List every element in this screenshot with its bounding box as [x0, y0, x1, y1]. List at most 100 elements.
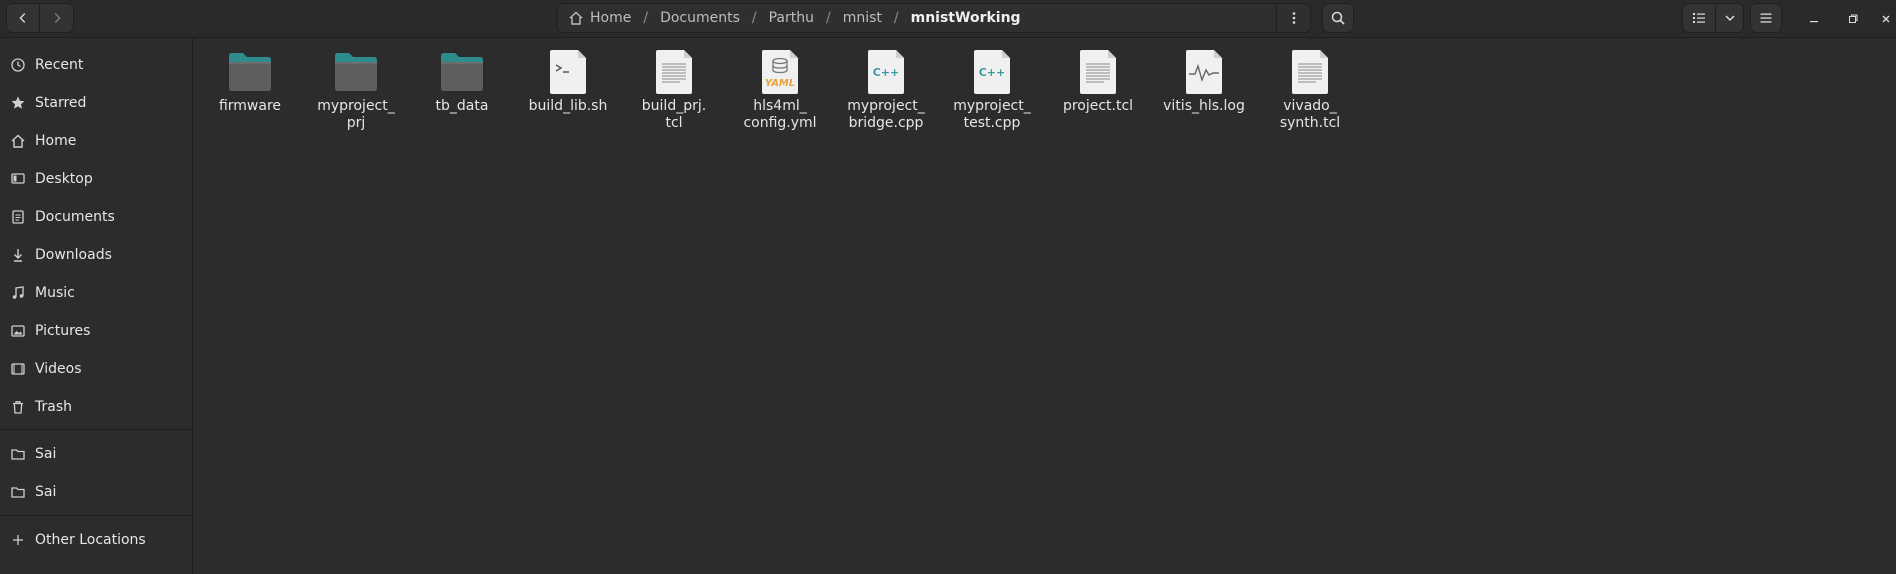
sidebar-item-label: Desktop	[35, 171, 93, 187]
chevron-right-icon	[54, 13, 61, 23]
breadcrumb-label: Parthu	[768, 10, 814, 26]
forward-button[interactable]	[40, 3, 74, 33]
sidebar: Recent Starred Home Desktop Documents Do…	[0, 38, 193, 574]
folder-icon	[9, 445, 27, 463]
cpp-file-icon: C++	[974, 50, 1010, 94]
breadcrumb-label: mnist	[842, 10, 882, 26]
file-name: myproject_ test.cpp	[953, 98, 1031, 131]
file-item-tb-data[interactable]: tb_data	[412, 48, 512, 115]
folder-icon	[441, 53, 483, 91]
search-button[interactable]	[1322, 3, 1354, 33]
main-menu-button[interactable]	[1750, 3, 1782, 33]
sidebar-item-documents[interactable]: Documents	[0, 200, 192, 234]
file-item-project-tcl[interactable]: project.tcl	[1048, 48, 1148, 115]
breadcrumb-documents[interactable]: Documents	[660, 10, 740, 26]
back-button[interactable]	[6, 3, 40, 33]
sidebar-item-label: Downloads	[35, 247, 112, 263]
sidebar-item-starred[interactable]: Starred	[0, 86, 192, 120]
folder-icon	[9, 483, 27, 501]
file-manager-window: Home / Documents / Parthu / mnist / mnis…	[0, 0, 1896, 574]
breadcrumb-mnistworking[interactable]: mnistWorking	[911, 10, 1021, 26]
file-name: build_lib.sh	[528, 98, 608, 114]
file-item-hls4ml-config-yml[interactable]: YAML hls4ml_ config.yml	[730, 48, 830, 132]
file-item-build-prj-tcl[interactable]: build_prj. tcl	[624, 48, 724, 132]
yaml-badge: YAML	[765, 78, 795, 89]
file-name: tb_data	[435, 98, 489, 114]
sidebar-item-desktop[interactable]: Desktop	[0, 162, 192, 196]
path-bar: Home / Documents / Parthu / mnist / mnis…	[557, 3, 1311, 33]
desktop-icon	[9, 170, 27, 188]
sidebar-item-sai[interactable]: Sai	[0, 437, 192, 471]
breadcrumb-home[interactable]: Home	[568, 10, 631, 26]
folder-icon	[335, 53, 377, 91]
close-icon	[1882, 15, 1890, 23]
cpp-file-icon: C++	[868, 50, 904, 94]
sidebar-item-downloads[interactable]: Downloads	[0, 238, 192, 272]
sidebar-item-videos[interactable]: Videos	[0, 352, 192, 386]
text-file-icon	[1080, 50, 1116, 94]
file-name: project.tcl	[1062, 98, 1134, 114]
file-item-vivado-synth-tcl[interactable]: vivado_ synth.tcl	[1260, 48, 1360, 132]
music-icon	[9, 284, 27, 302]
breadcrumb-separator: /	[643, 10, 649, 26]
sidebar-item-other-locations[interactable]: Other Locations	[0, 523, 192, 557]
file-item-build-lib-sh[interactable]: build_lib.sh	[518, 48, 618, 115]
sidebar-item-trash[interactable]: Trash	[0, 390, 192, 424]
sidebar-item-label: Music	[35, 285, 75, 301]
sidebar-item-label: Sai	[35, 446, 57, 462]
maximize-button[interactable]	[1843, 9, 1863, 29]
breadcrumb-parthu[interactable]: Parthu	[769, 10, 814, 26]
file-item-firmware[interactable]: firmware	[200, 48, 300, 115]
sidebar-divider	[0, 429, 192, 430]
list-view-button[interactable]	[1683, 4, 1716, 32]
sidebar-item-home[interactable]: Home	[0, 124, 192, 158]
sidebar-divider	[0, 515, 192, 516]
cpp-badge: C++	[979, 66, 1006, 79]
home-icon	[568, 10, 590, 26]
download-icon	[9, 246, 27, 264]
sidebar-item-sai-2[interactable]: Sai	[0, 475, 192, 509]
breadcrumb-separator: /	[826, 10, 831, 26]
sidebar-item-music[interactable]: Music	[0, 276, 192, 310]
clock-icon	[9, 56, 27, 74]
file-item-vitis-hls-log[interactable]: vitis_hls.log	[1154, 48, 1254, 115]
sidebar-item-label: Pictures	[35, 323, 91, 339]
file-name: vivado_ synth.tcl	[1279, 98, 1341, 131]
hamburger-menu-icon	[1760, 13, 1772, 23]
home-icon	[9, 132, 27, 150]
file-item-myproject-prj[interactable]: myproject_ prj	[306, 48, 406, 132]
search-icon	[1331, 11, 1345, 25]
sidebar-item-pictures[interactable]: Pictures	[0, 314, 192, 348]
close-button[interactable]	[1876, 9, 1896, 29]
breadcrumb-mnist[interactable]: mnist	[843, 10, 882, 26]
breadcrumb-label: mnistWorking	[910, 10, 1021, 26]
chevron-left-icon	[19, 13, 26, 23]
file-item-myproject-bridge-cpp[interactable]: C++ myproject_ bridge.cpp	[836, 48, 936, 132]
navigation-buttons	[6, 3, 74, 33]
sidebar-item-label: Videos	[35, 361, 82, 377]
file-item-myproject-test-cpp[interactable]: C++ myproject_ test.cpp	[942, 48, 1042, 132]
text-file-icon	[656, 50, 692, 94]
trash-icon	[9, 398, 27, 416]
breadcrumb-label: Documents	[660, 10, 740, 26]
sidebar-item-label: Home	[35, 133, 77, 149]
sidebar-item-label: Starred	[35, 95, 87, 111]
breadcrumb-separator: /	[751, 10, 757, 26]
file-name: build_prj. tcl	[641, 98, 707, 131]
chevron-down-icon	[1724, 15, 1735, 22]
path-menu-button[interactable]	[1276, 4, 1310, 32]
plus-icon	[9, 531, 27, 549]
file-name: myproject_ bridge.cpp	[847, 98, 925, 131]
file-name: hls4ml_ config.yml	[743, 98, 817, 131]
sidebar-item-label: Documents	[35, 209, 115, 225]
breadcrumb: Home / Documents / Parthu / mnist / mnis…	[558, 4, 1276, 32]
minimize-button[interactable]	[1804, 9, 1824, 29]
file-name: firmware	[218, 98, 282, 114]
sidebar-item-recent[interactable]: Recent	[0, 48, 192, 82]
restore-icon	[1849, 14, 1858, 23]
view-options-dropdown[interactable]	[1716, 4, 1743, 32]
sidebar-item-label: Recent	[35, 57, 84, 73]
header-bar: Home / Documents / Parthu / mnist / mnis…	[0, 0, 1896, 38]
file-name: vitis_hls.log	[1163, 98, 1245, 114]
kebab-menu-icon	[1292, 12, 1295, 24]
